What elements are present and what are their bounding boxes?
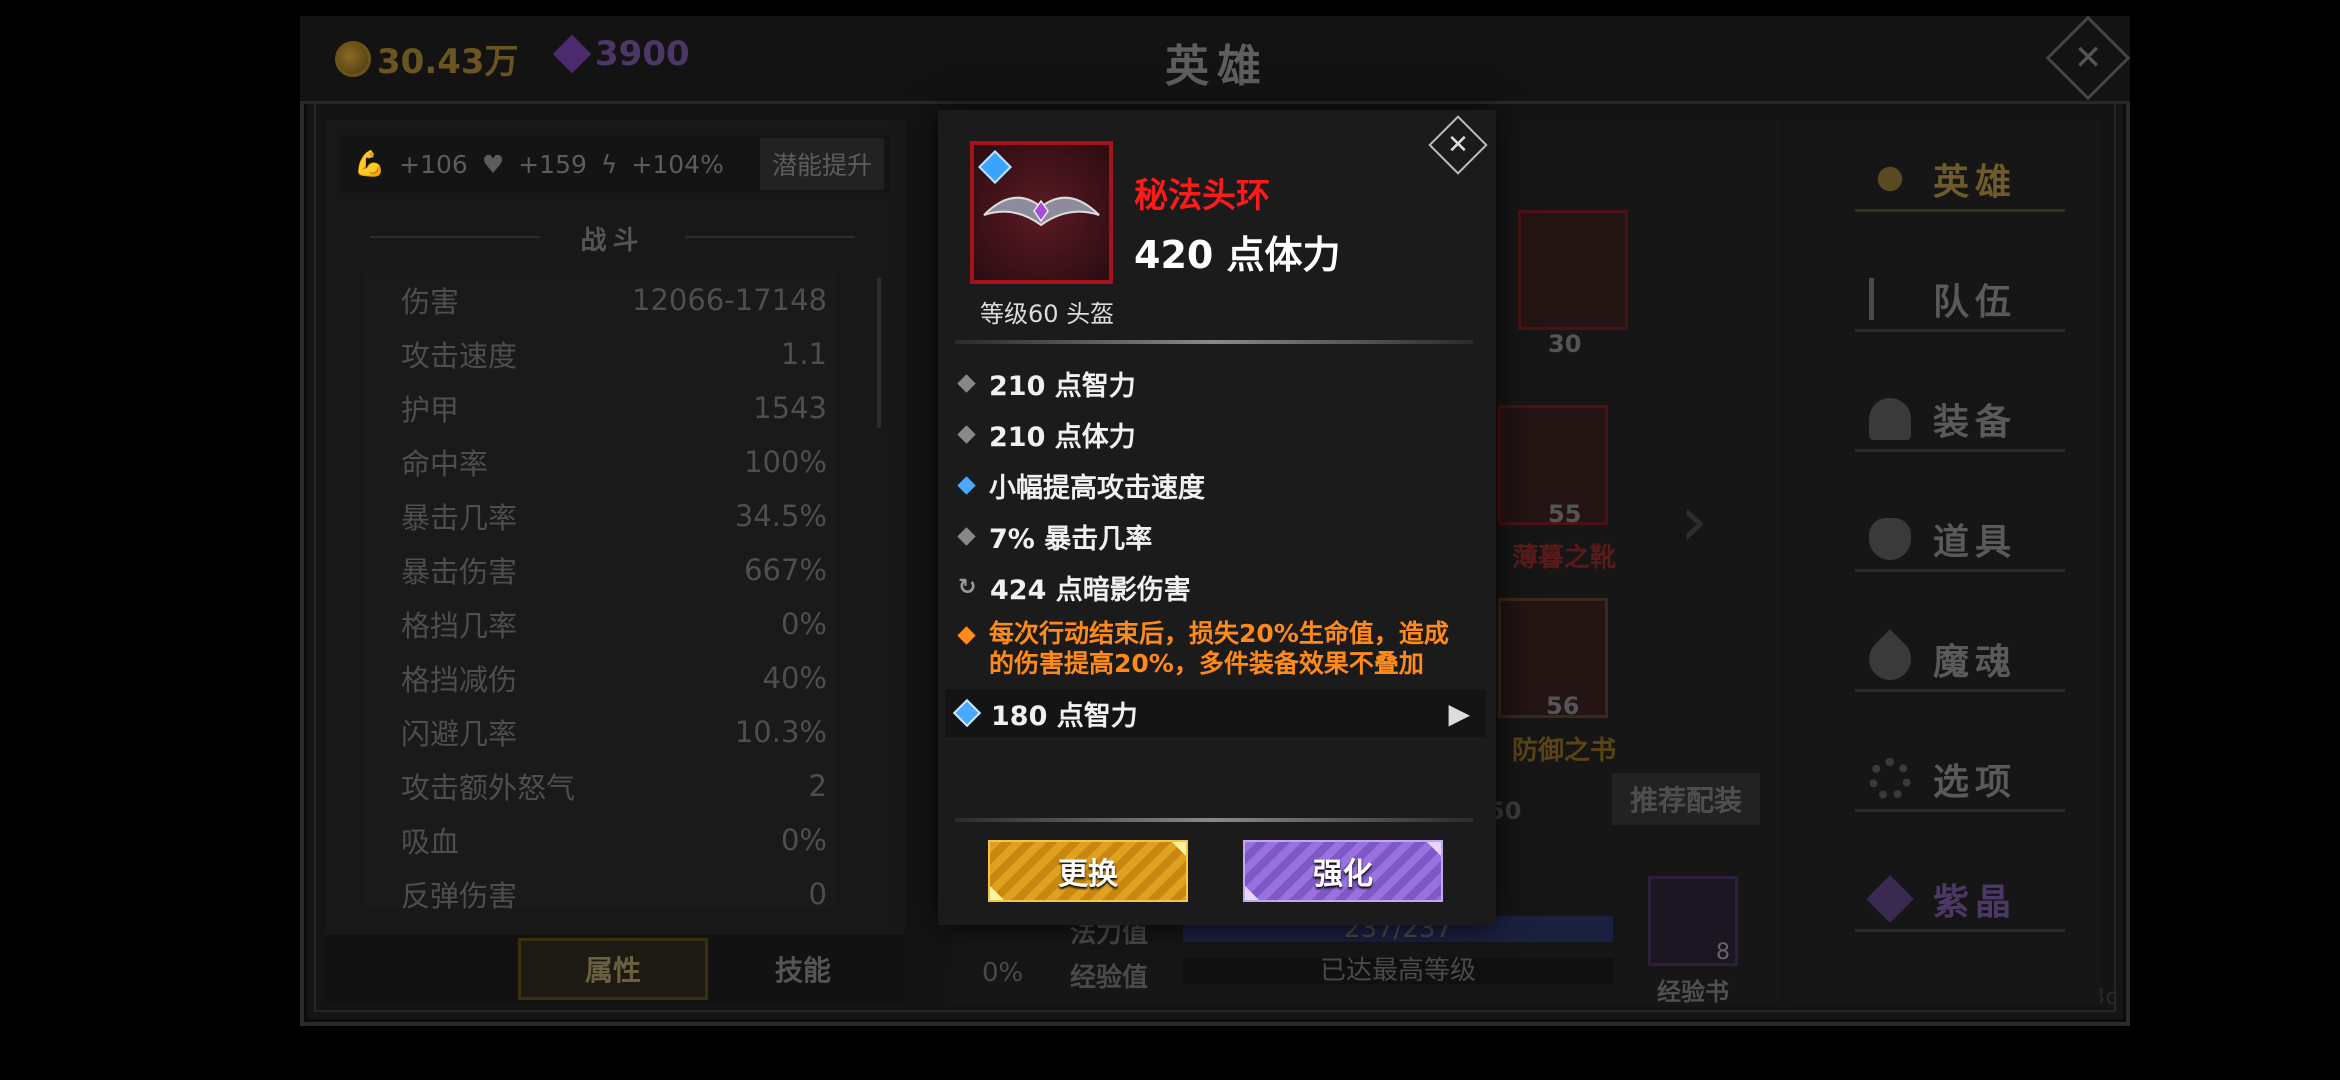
nav-amethyst[interactable]: 紫晶 [1855,868,2065,932]
section-title: 战斗 [370,220,855,257]
special-effect: 每次行动结束后，损失20%生命值，造成 的伤害提高20%，多件装备效果不叠加 [957,619,1449,679]
flag-icon [1869,277,1911,320]
page-title: 英雄 [1165,41,1269,92]
diamond-bullet-icon [957,527,976,546]
strength-icon: 💪 [354,149,386,178]
helmet-icon [1869,397,1911,440]
diamond-bullet-icon [957,374,976,393]
divider [955,340,1473,344]
gem-bonus: 180 点智力 [991,700,1138,732]
exp-book-label: 经验书 [1657,978,1729,1006]
equip-slot-top[interactable] [1518,210,1628,330]
nav-options[interactable]: 选项 [1855,748,2065,812]
slot-level: 56 [1546,692,1580,720]
next-arrow-icon[interactable]: › [1680,480,1708,562]
attribute-line: ↻ 424 点暗影伤害 [958,574,1191,606]
exp-book-count: 8 [1716,940,1730,965]
speed-bonus: +104% [631,149,724,179]
stat-row: 命中率 100% [401,445,827,481]
attribute-line: 210 点智力 [957,364,1136,403]
percent-readout: 0% [982,958,1024,988]
bonus-row: 💪 +106 ♥ +159 ϟ +104% 潜能提升 [340,135,890,193]
close-icon: ✕ [1447,130,1469,160]
diamond-bullet-icon [957,425,976,444]
slot-name: 防御之书 [1512,736,1617,766]
tab-skills[interactable]: 技能 [708,938,898,1000]
purple-gem-icon [552,34,592,74]
exp-bar: 已达最高等级 [1183,958,1613,984]
stat-row: 闪避几率 10.3% [401,715,827,751]
bag-icon [1869,517,1911,560]
socketed-gem-row[interactable]: 180 点智力 ▶ [945,689,1486,737]
enhance-button[interactable]: 强化 [1243,840,1443,902]
users-icon [1869,157,1911,200]
stat-row: 格挡减伤 40% [401,661,827,697]
sapphire-icon [952,698,982,728]
refresh-icon: ↻ [958,574,977,600]
flame-icon [1860,628,1920,689]
stat-row: 攻击速度 1.1 [401,337,827,373]
item-name: 秘法头环 [1134,176,1270,216]
stat-row: 吸血 0% [401,823,827,859]
potential-button[interactable]: 潜能提升 [759,138,884,190]
exp-label: 经验值 [1070,963,1149,993]
nav-items[interactable]: 道具 [1855,508,2065,572]
strength-bonus: +106 [399,149,468,179]
nav-team[interactable]: 队伍 [1855,268,2065,332]
orange-diamond-icon [957,626,976,645]
item-level: 等级60 头盔 [980,300,1115,328]
stat-row: 攻击额外怒气 2 [401,769,827,805]
replace-button[interactable]: 更换 [988,840,1188,902]
health-bonus: +159 [518,149,587,179]
item-main-stat: 420 点体力 [1134,233,1341,277]
stat-row: 伤害 12066-17148 [401,283,827,319]
slot-name: 薄暮之靴 [1512,543,1617,573]
blue-diamond-icon [957,476,976,495]
nav-hero[interactable]: 英雄 [1855,148,2065,212]
chevron-right-icon: ▶ [1448,696,1470,730]
gold-amount: 30.43万 [377,42,519,82]
gold-counter: 30.43万 [335,34,519,83]
close-icon: ✕ [2073,38,2103,78]
gold-coin-icon [335,40,371,77]
nav-soul[interactable]: 魔魂 [1855,628,2065,692]
stat-row: 暴击几率 34.5% [401,499,827,535]
attribute-line: 210 点体力 [957,415,1136,454]
stats-scrollbar[interactable] [877,278,881,428]
stat-row: 暴击伤害 667% [401,553,827,589]
attribute-line: 7% 暴击几率 [957,517,1152,556]
amethyst-icon [1866,874,1914,923]
slot-level: 55 [1548,500,1582,528]
stat-row: 格挡几率 0% [401,607,827,643]
stat-row: 护甲 1543 [401,391,827,427]
lightning-icon: ϟ [600,149,618,179]
slot-level: 30 [1548,330,1582,358]
nav-equipment[interactable]: 装备 [1855,388,2065,452]
tab-attributes[interactable]: 属性 [518,938,708,1000]
gem-amount: 3900 [595,34,690,74]
stat-row: 反弹伤害 0 [401,877,827,913]
divider [955,818,1473,822]
stats-list: 伤害 12066-17148 攻击速度 1.1 护甲 1543 命中率 100% 暴击几… [365,273,835,913]
heart-icon: ♥ [481,149,505,179]
attribute-line: 小幅提高攻击速度 [957,466,1205,505]
recommend-loadout-button[interactable]: 推荐配装 [1612,773,1760,825]
gem-counter: 3900 [552,34,690,74]
gear-icon [1869,757,1911,800]
